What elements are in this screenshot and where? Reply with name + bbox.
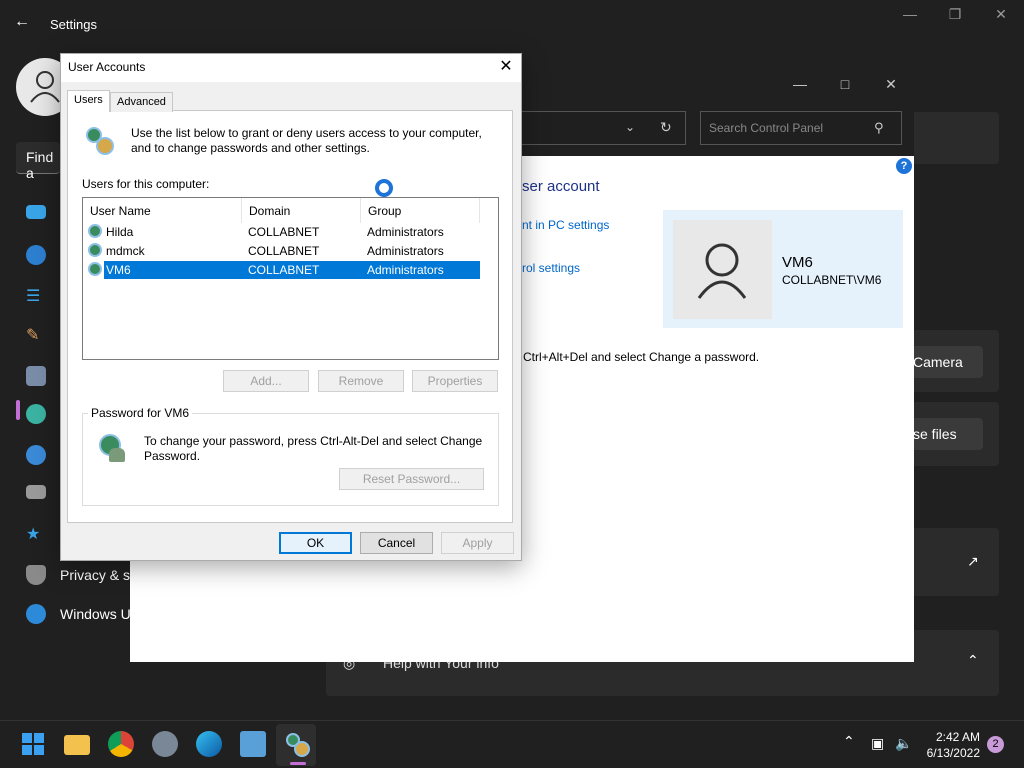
dialog-title: User Accounts — [68, 60, 146, 74]
network-icon[interactable]: ☰ — [26, 286, 46, 306]
minimize-icon[interactable]: — — [890, 6, 930, 22]
nav-windows-update[interactable]: Windows U — [60, 606, 131, 622]
password-hint: Ctrl+Alt+Del and select Change a passwor… — [523, 350, 760, 364]
column-header-domain[interactable]: Domain — [242, 198, 361, 223]
column-header-username[interactable]: User Name — [83, 198, 242, 223]
row-domain: COLLABNET — [248, 225, 320, 239]
row-group: Administrators — [367, 263, 444, 277]
cp-maximize-icon[interactable]: □ — [830, 76, 860, 92]
table-row[interactable]: mdmck COLLABNET Administrators — [104, 242, 480, 260]
user-icon — [88, 224, 102, 238]
chevron-down-icon[interactable]: ⌄ — [625, 120, 635, 134]
table-row[interactable]: Hilda COLLABNET Administrators — [104, 223, 480, 241]
control-panel-icon[interactable] — [240, 731, 266, 757]
network-status-icon[interactable]: ▣ — [871, 735, 884, 752]
back-arrow-icon[interactable]: ← — [14, 13, 30, 31]
apply-button[interactable]: Apply — [441, 532, 514, 554]
row-group: Administrators — [367, 225, 444, 239]
table-row-selected[interactable]: VM6 COLLABNET Administrators — [104, 261, 480, 279]
accounts-icon[interactable] — [26, 404, 46, 424]
time-language-icon[interactable] — [26, 445, 46, 465]
search-icon[interactable]: ⚲ — [874, 120, 884, 136]
file-explorer-icon[interactable] — [64, 735, 90, 755]
password-group-label: Password for VM6 — [88, 406, 193, 420]
password-text-line2: Password. — [144, 449, 201, 463]
pc-settings-link[interactable]: nt in PC settings — [522, 218, 609, 232]
settings-title: Settings — [50, 17, 97, 32]
row-username: mdmck — [106, 244, 145, 258]
cp-close-icon[interactable]: ✕ — [876, 76, 906, 93]
row-domain: COLLABNET — [248, 263, 320, 277]
active-app-indicator — [290, 762, 306, 765]
help-icon[interactable]: ? — [896, 158, 912, 174]
accessibility-icon[interactable]: ★ — [26, 524, 46, 544]
windows-update-icon[interactable] — [26, 604, 46, 624]
row-username: VM6 — [106, 263, 131, 277]
clock-time[interactable]: 2:42 AM — [928, 730, 980, 744]
tab-advanced[interactable]: Advanced — [110, 92, 173, 112]
password-user-icon — [97, 432, 129, 464]
apps-icon[interactable] — [26, 366, 46, 386]
row-domain: COLLABNET — [248, 244, 320, 258]
tab-users[interactable]: Users — [67, 90, 110, 112]
cp-heading: ser account — [522, 178, 600, 195]
user-icon — [88, 243, 102, 257]
external-link-icon[interactable]: ↗ — [967, 553, 979, 570]
busy-cursor-icon — [375, 179, 393, 197]
system-icon[interactable] — [26, 205, 46, 219]
remove-button[interactable]: Remove — [318, 370, 404, 392]
find-setting-input[interactable]: Find a — [16, 142, 60, 181]
control-settings-link[interactable]: rol settings — [522, 261, 580, 275]
edge-icon[interactable] — [196, 731, 222, 757]
password-text-line1: To change your password, press Ctrl-Alt-… — [144, 434, 483, 448]
row-group: Administrators — [367, 244, 444, 258]
intro-line2: and to change passwords and other settin… — [131, 141, 370, 155]
chevron-up-icon[interactable]: ⌃ — [967, 652, 979, 669]
gaming-icon[interactable] — [26, 485, 46, 499]
users-group-icon — [82, 125, 116, 157]
intro-line1: Use the list below to grant or deny user… — [131, 126, 482, 140]
bluetooth-icon[interactable] — [26, 245, 46, 265]
reset-password-button[interactable]: Reset Password... — [339, 468, 484, 490]
close-icon[interactable]: ✕ — [981, 6, 1021, 23]
add-button[interactable]: Add... — [223, 370, 309, 392]
user-picture — [673, 220, 772, 319]
nav-selection-indicator — [16, 400, 20, 420]
cp-minimize-icon[interactable]: — — [785, 76, 815, 92]
volume-icon[interactable]: 🔈 — [895, 735, 912, 752]
user-icon — [88, 262, 102, 276]
column-header-group[interactable]: Group — [361, 198, 480, 223]
row-username: Hilda — [106, 225, 134, 239]
dialog-close-icon[interactable]: ✕ — [496, 56, 516, 76]
clock-date[interactable]: 6/13/2022 — [920, 746, 980, 760]
user-silhouette-icon — [697, 243, 747, 299]
settings-icon[interactable] — [152, 731, 178, 757]
restore-icon[interactable]: ❐ — [935, 6, 975, 23]
personalization-icon[interactable]: ✎ — [26, 325, 46, 345]
chevron-up-icon[interactable]: ⌃ — [843, 733, 855, 750]
panel-user-domain: COLLABNET\VM6 — [782, 273, 882, 287]
browse-files-label: se files — [913, 426, 957, 442]
nav-privacy[interactable]: Privacy & s — [60, 567, 130, 583]
privacy-shield-icon[interactable] — [26, 565, 46, 585]
notification-badge[interactable]: 2 — [987, 736, 1004, 753]
refresh-icon[interactable]: ↻ — [660, 119, 672, 136]
ok-button[interactable]: OK — [279, 532, 352, 554]
users-list-label: Users for this computer: — [82, 177, 210, 191]
chrome-icon[interactable] — [108, 731, 134, 757]
camera-label: Camera — [913, 354, 963, 370]
search-control-panel-input[interactable]: Search Control Panel — [700, 111, 902, 145]
properties-button[interactable]: Properties — [412, 370, 498, 392]
cancel-button[interactable]: Cancel — [360, 532, 433, 554]
user-accounts-icon[interactable] — [284, 731, 310, 757]
panel-user-name: VM6 — [782, 254, 813, 271]
start-icon[interactable] — [20, 731, 46, 757]
